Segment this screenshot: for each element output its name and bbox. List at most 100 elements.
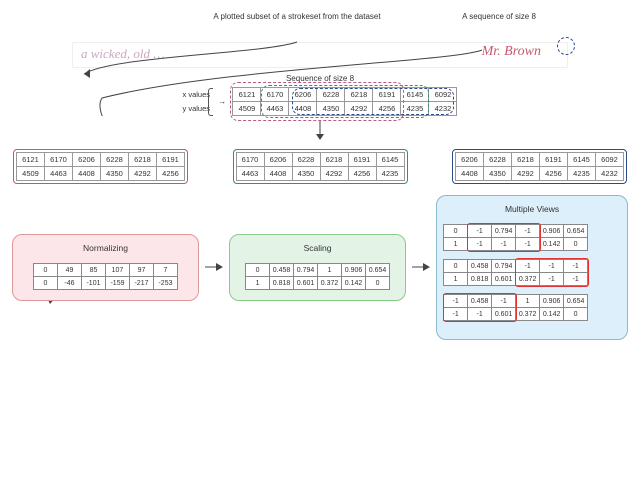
multiple-views-title: Multiple Views — [443, 204, 621, 214]
cell: 4408 — [264, 167, 292, 181]
cell: 6191 — [373, 88, 401, 102]
cell: 0 — [33, 277, 57, 290]
cell: 0 — [33, 264, 57, 277]
cell: 1 — [318, 264, 342, 277]
cell: 97 — [129, 264, 153, 277]
cell: 49 — [57, 264, 81, 277]
cell: 4350 — [484, 167, 512, 181]
cell: 0.372 — [318, 277, 342, 290]
cell: -1 — [516, 238, 540, 251]
cell: 6206 — [73, 153, 101, 167]
row-labels: x values y values — [183, 88, 211, 116]
arrow-right-icon: → — [218, 97, 226, 106]
multiple-views-container: 0-10.794-10.9060.6541-1-1-10.142000.4580… — [443, 224, 621, 329]
cell: -101 — [81, 277, 105, 290]
cell: 0.906 — [540, 225, 564, 238]
x-values-label: x values — [183, 88, 211, 102]
cell: 4256 — [540, 167, 568, 181]
subsequence-2: 6170620662286218619161454463440843504292… — [236, 152, 405, 181]
cell: 6206 — [264, 153, 292, 167]
cell: -1 — [444, 308, 468, 321]
cell: 0.794 — [492, 225, 516, 238]
cell: 6191 — [348, 153, 376, 167]
arrow-down-icon — [310, 120, 330, 142]
cell: 6218 — [512, 153, 540, 167]
cell: 6206 — [456, 153, 484, 167]
cell: 0.142 — [342, 277, 366, 290]
view-2: 00.4580.794-1-1-110.8180.6010.372-1-1 — [443, 259, 588, 292]
cell: 4509 — [233, 102, 261, 116]
cell: 4232 — [429, 102, 457, 116]
cell: 6191 — [540, 153, 568, 167]
brace-icon — [208, 88, 213, 116]
cell: 0.794 — [294, 264, 318, 277]
cell: 0 — [444, 225, 468, 238]
subsequence-table: 6170620662286218619161454463440843504292… — [236, 152, 405, 181]
cell: 7 — [153, 264, 177, 277]
cell: 0.654 — [564, 225, 588, 238]
arrow-stage-2 — [412, 260, 430, 276]
view-table: -10.458-110.9060.654-1-10.6010.3720.1420 — [443, 294, 588, 321]
cell: 0.458 — [468, 295, 492, 308]
stage-multiple-views: Multiple Views 0-10.794-10.9060.6541-1-1… — [436, 195, 628, 340]
cell: 6218 — [345, 88, 373, 102]
cell: 0.601 — [492, 273, 516, 286]
cell: 4256 — [348, 167, 376, 181]
y-values-label: y values — [183, 102, 211, 116]
cell: 6218 — [129, 153, 157, 167]
subsequence-table: 6121617062066228621861914509446344084350… — [16, 152, 185, 181]
cell: 4408 — [289, 102, 317, 116]
cell: 6121 — [233, 88, 261, 102]
view-1: 0-10.794-10.9060.6541-1-1-10.1420 — [443, 224, 588, 257]
cell: 6228 — [484, 153, 512, 167]
cell: 4235 — [568, 167, 596, 181]
cell: 4256 — [373, 102, 401, 116]
cell: 4509 — [17, 167, 45, 181]
cell: 0 — [366, 277, 390, 290]
cell: -1 — [540, 273, 564, 286]
caption-right: A sequence of size 8 — [454, 12, 544, 22]
cell: 6145 — [376, 153, 404, 167]
cell: 4463 — [236, 167, 264, 181]
cell: -159 — [105, 277, 129, 290]
cell: -1 — [492, 238, 516, 251]
cell: 6170 — [45, 153, 73, 167]
cell: 0.654 — [564, 295, 588, 308]
cell: 0.458 — [468, 260, 492, 273]
cell: -1 — [444, 295, 468, 308]
cell: 0.906 — [540, 295, 564, 308]
cell: 0.794 — [492, 260, 516, 273]
cell: 6228 — [292, 153, 320, 167]
subsequence-1: 6121617062066228621861914509446344084350… — [16, 152, 185, 181]
cell: -1 — [492, 295, 516, 308]
cell: 6206 — [289, 88, 317, 102]
cell: 6170 — [261, 88, 289, 102]
stage-scaling: Scaling 00.4580.79410.9060.65410.8180.60… — [229, 234, 406, 301]
cell: -1 — [516, 225, 540, 238]
cell: 0.906 — [342, 264, 366, 277]
cell: 4232 — [596, 167, 624, 181]
cell: 4350 — [317, 102, 345, 116]
cell: 4292 — [320, 167, 348, 181]
cell: 6092 — [596, 153, 624, 167]
cell: 0 — [564, 238, 588, 251]
cell: -1 — [468, 225, 492, 238]
scaling-title: Scaling — [236, 243, 399, 253]
cell: 0.458 — [270, 264, 294, 277]
normalizing-table: 049851079770-46-101-159-217-253 — [33, 263, 178, 290]
cell: 4292 — [512, 167, 540, 181]
cell: 1 — [444, 238, 468, 251]
normalizing-title: Normalizing — [19, 243, 192, 253]
cell: -1 — [540, 260, 564, 273]
cell: 107 — [105, 264, 129, 277]
cell: 0 — [246, 264, 270, 277]
view-table: 0-10.794-10.9060.6541-1-1-10.1420 — [443, 224, 588, 251]
cell: -1 — [564, 260, 588, 273]
cell: 4292 — [129, 167, 157, 181]
scaling-table: 00.4580.79410.9060.65410.8180.6010.3720.… — [245, 263, 390, 290]
subsequence-3: 6206622862186191614560924408435042924256… — [455, 152, 624, 181]
cell: 4235 — [376, 167, 404, 181]
cell: -1 — [564, 273, 588, 286]
cell: 0.601 — [492, 308, 516, 321]
cell: -217 — [129, 277, 153, 290]
